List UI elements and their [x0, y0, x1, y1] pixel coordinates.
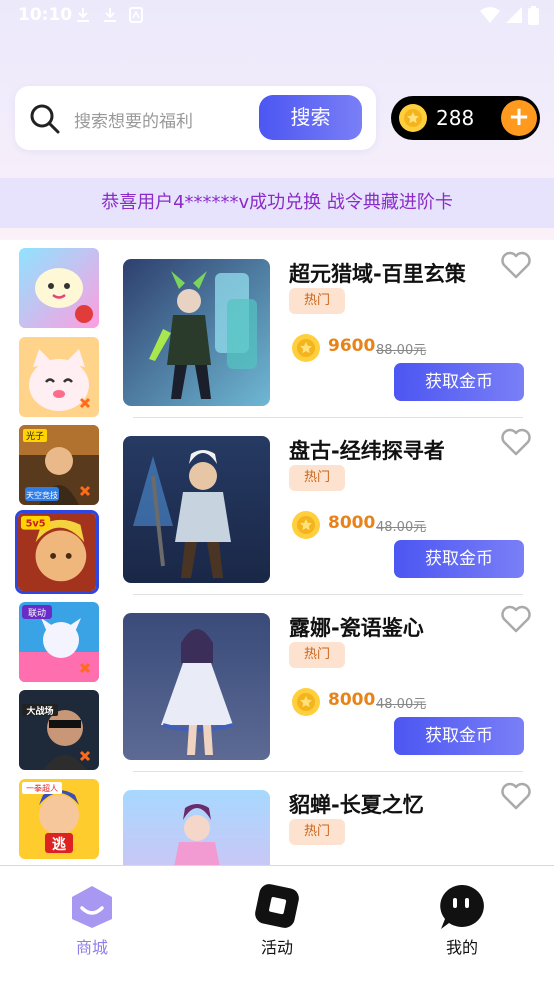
hot-tag: 热门	[289, 465, 345, 491]
wifi-icon	[480, 7, 500, 23]
sidebar-item-game-2[interactable]	[19, 337, 99, 417]
download-icon	[104, 8, 116, 22]
game-3-subtext: 天空竞技	[26, 490, 58, 500]
product-card[interactable]: 貂蝉-长夏之忆 热门	[118, 773, 546, 865]
tab-mall-label: 商城	[75, 938, 108, 957]
game-3-badge: 光子	[26, 430, 44, 442]
search-button[interactable]: 搜索	[259, 95, 362, 140]
sidebar-item-game-3[interactable]: 光子 天空竞技	[19, 425, 99, 505]
hot-tag: 热门	[289, 288, 345, 314]
original-price: 48.00元	[376, 697, 427, 712]
game-3-icon: 光子 天空竞技	[19, 425, 99, 505]
divider	[133, 594, 523, 595]
game-7-icon: 一拳超人 逃	[19, 779, 99, 859]
hot-tag: 热门	[289, 819, 345, 845]
product-image	[123, 259, 270, 406]
product-image	[123, 436, 270, 583]
product-card[interactable]: 盘古-经纬探寻者 热门 8000 48.00元 获取金币	[118, 419, 546, 595]
game-5-badge: 联动	[28, 608, 46, 619]
sidebar-item-game-7[interactable]: 一拳超人 逃	[19, 779, 99, 859]
tab-mall[interactable]: 商城	[22, 866, 162, 966]
coin-price: 8000	[328, 690, 376, 710]
heart-icon[interactable]	[500, 427, 532, 457]
get-coins-button[interactable]: 获取金币	[394, 540, 524, 578]
product-title: 超元猎域-百里玄策	[289, 262, 466, 286]
status-bar: 10:10	[0, 0, 554, 32]
coin-icon	[399, 104, 427, 132]
product-image	[123, 613, 270, 760]
game-2-icon	[19, 337, 99, 417]
notification-icon	[129, 7, 143, 23]
game-6-icon: 大战场	[19, 690, 99, 770]
add-coins-button[interactable]: +	[501, 100, 537, 136]
skin-image	[123, 436, 270, 583]
skin-image	[123, 613, 270, 760]
product-title: 貂蝉-长夏之忆	[289, 793, 424, 817]
product-card[interactable]: 露娜-瓷语鉴心 热门 8000 48.00元 获取金币	[118, 596, 546, 772]
divider	[133, 417, 523, 418]
sidebar-item-game-4[interactable]: 5v5	[15, 510, 99, 594]
game-4-badge: 5v5	[26, 519, 46, 530]
tab-activity[interactable]: 活动	[207, 866, 347, 966]
heart-icon[interactable]	[500, 604, 532, 634]
coin-price: 9600	[328, 336, 376, 356]
skin-image	[123, 790, 270, 865]
coin-icon	[292, 688, 320, 716]
bottom-nav: 商城 活动 我的	[0, 865, 554, 985]
heart-icon[interactable]	[500, 250, 532, 280]
sidebar-item-game-1[interactable]	[19, 248, 99, 328]
game-5-icon: 联动	[19, 602, 99, 682]
heart-icon[interactable]	[500, 781, 532, 811]
skin-image	[123, 259, 270, 406]
search-icon	[30, 104, 60, 134]
product-title: 盘古-经纬探寻者	[289, 439, 445, 463]
product-image	[123, 790, 270, 865]
coin-price: 8000	[328, 513, 376, 533]
coin-icon	[292, 511, 320, 539]
coin-balance: 288 +	[391, 96, 540, 140]
search-input[interactable]: 搜索想要的福利	[74, 107, 193, 132]
get-coins-button[interactable]: 获取金币	[394, 717, 524, 755]
game-7-badge: 一拳超人	[26, 783, 58, 793]
hot-tag: 热门	[289, 642, 345, 668]
battery-icon	[528, 6, 539, 25]
activity-icon	[255, 884, 299, 928]
game-7-subtext: 逃	[52, 836, 66, 853]
exchange-notice: 恭喜用户4******v成功兑换 战令典藏进阶卡	[0, 178, 554, 228]
status-time: 10:10	[18, 5, 73, 25]
product-title: 露娜-瓷语鉴心	[289, 616, 424, 640]
tab-mine[interactable]: 我的	[392, 866, 532, 966]
sidebar-item-game-6[interactable]: 大战场	[19, 690, 99, 770]
tab-activity-label: 活动	[260, 938, 293, 957]
original-price: 48.00元	[376, 520, 427, 535]
product-card[interactable]: 超元猎域-百里玄策 热门 9600 88.00元 获取金币	[118, 242, 546, 418]
coin-count: 288	[436, 106, 475, 130]
profile-icon	[440, 884, 484, 929]
game-4-icon: 5v5	[18, 513, 96, 591]
game-6-badge: 大战场	[26, 705, 53, 717]
sidebar-item-game-5[interactable]: 联动	[19, 602, 99, 682]
original-price: 88.00元	[376, 343, 427, 358]
get-coins-button[interactable]: 获取金币	[394, 363, 524, 401]
download-icon	[77, 8, 89, 22]
signal-icon	[506, 7, 522, 23]
mall-icon	[72, 886, 112, 928]
coin-icon	[292, 334, 320, 362]
divider	[133, 771, 523, 772]
tab-mine-label: 我的	[445, 938, 478, 957]
game-1-icon	[19, 248, 99, 328]
search-box[interactable]: 搜索想要的福利 搜索	[15, 86, 376, 150]
